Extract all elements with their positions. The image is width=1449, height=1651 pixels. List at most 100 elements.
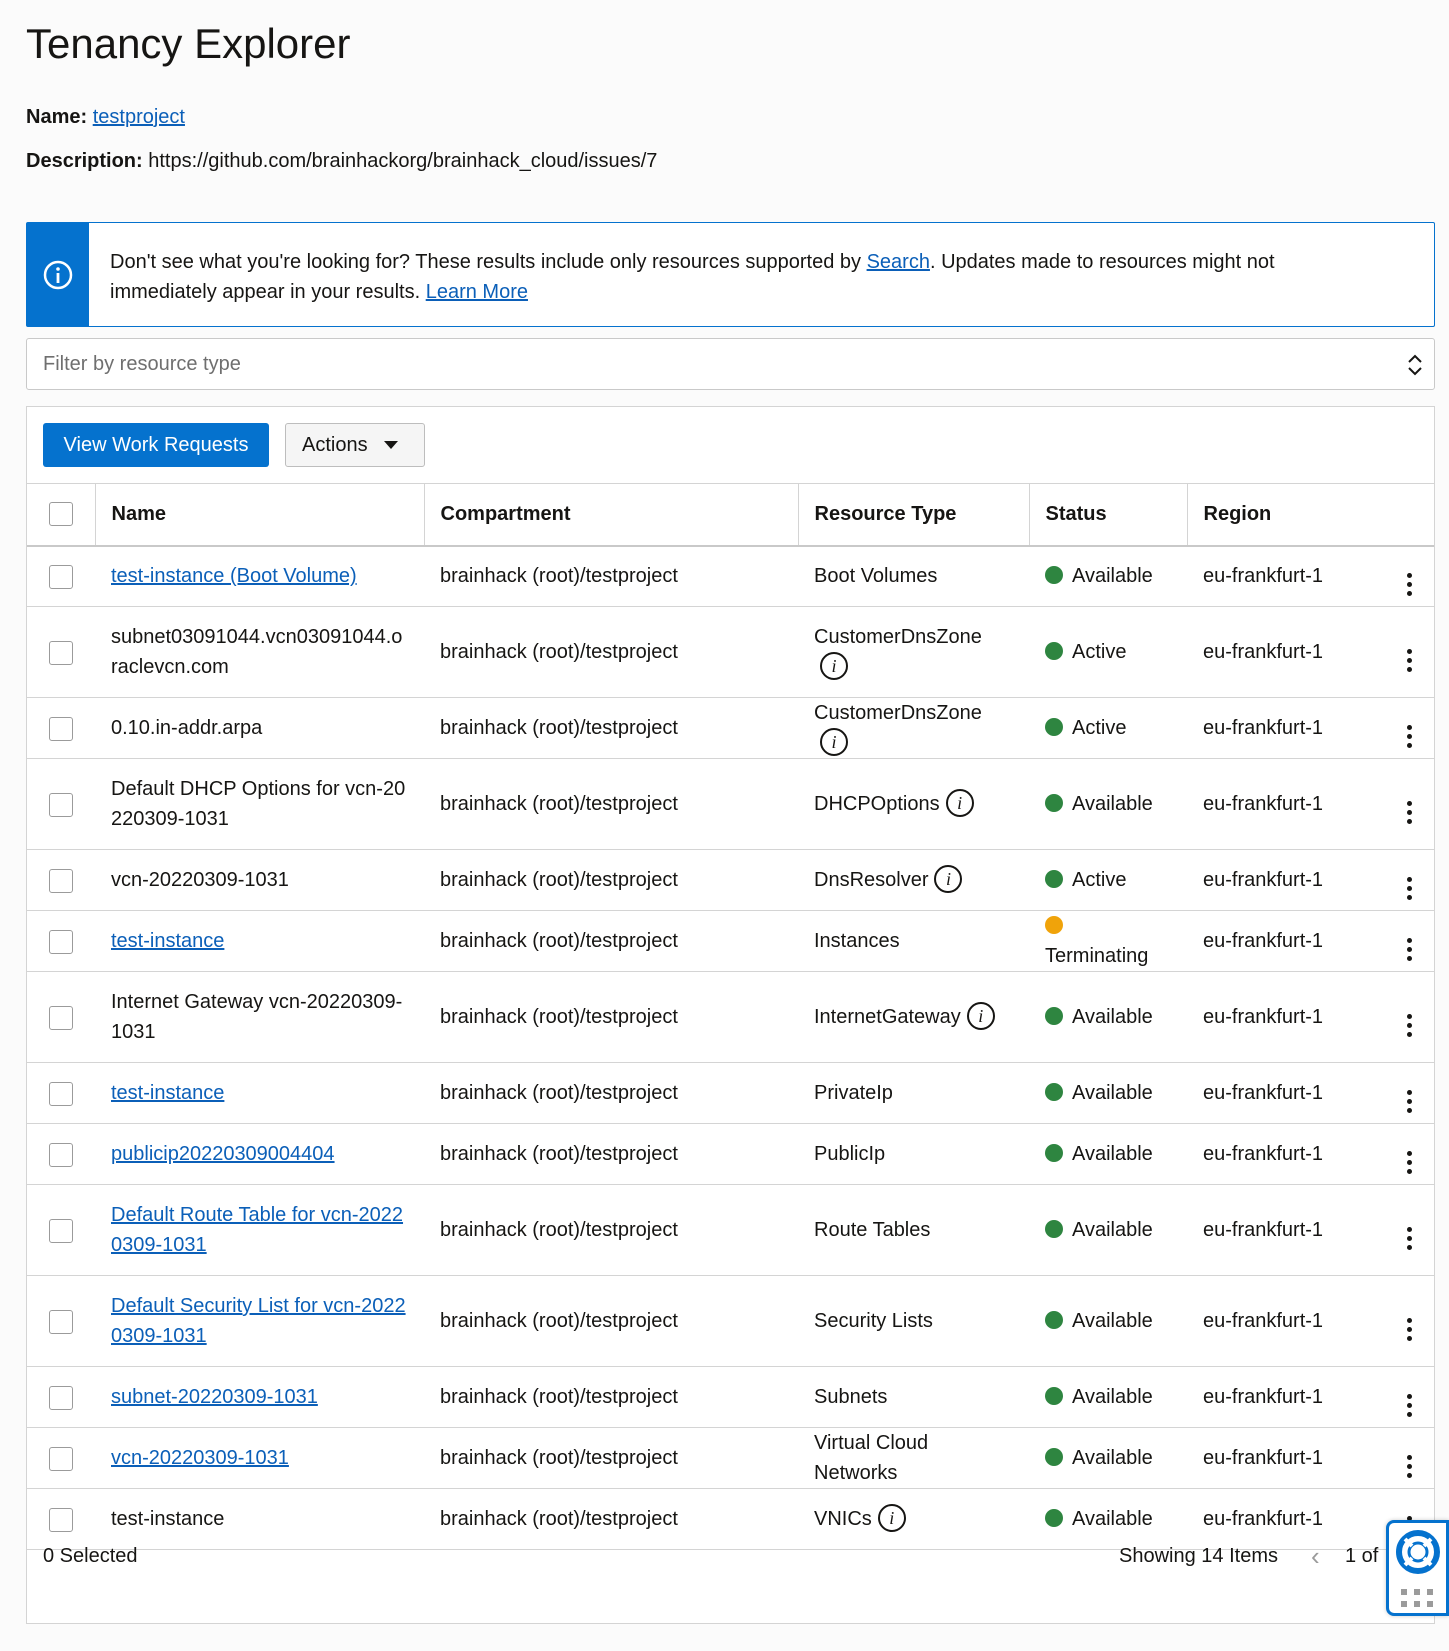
kebab-menu-icon[interactable] bbox=[1407, 1317, 1412, 1341]
name-cell: 0.10.in-addr.arpa bbox=[95, 697, 424, 759]
info-icon[interactable]: i bbox=[966, 1001, 995, 1030]
resource-type-filter[interactable]: Filter by resource type bbox=[26, 338, 1435, 390]
kebab-menu-icon[interactable] bbox=[1407, 937, 1412, 961]
kebab-menu-icon[interactable] bbox=[1407, 572, 1412, 596]
resource-type-cell: DHCPOptions i bbox=[798, 758, 1029, 850]
row-checkbox[interactable] bbox=[49, 1218, 73, 1243]
status-dot-icon bbox=[1045, 565, 1063, 584]
select-all-checkbox[interactable] bbox=[48, 502, 73, 527]
region-cell: eu-frankfurt-1 bbox=[1187, 1366, 1385, 1428]
learn-more-link[interactable]: Learn More bbox=[426, 281, 528, 303]
resource-name-link[interactable]: vcn-20220309-1031 bbox=[111, 1447, 289, 1469]
row-menu-cell bbox=[1385, 849, 1434, 911]
column-header-region[interactable]: Region bbox=[1186, 483, 1385, 547]
kebab-menu-icon[interactable] bbox=[1407, 1226, 1412, 1250]
kebab-menu-icon[interactable] bbox=[1407, 648, 1412, 672]
status-cell: Available bbox=[1029, 1123, 1187, 1185]
select-all-cell bbox=[27, 483, 95, 547]
kebab-menu-icon[interactable] bbox=[1407, 1454, 1412, 1478]
name-cell: test-instance bbox=[95, 1488, 424, 1550]
resource-name-link[interactable]: publicip20220309004404 bbox=[111, 1143, 335, 1165]
row-checkbox[interactable] bbox=[49, 1005, 73, 1030]
resource-name-link[interactable]: subnet-20220309-1031 bbox=[111, 1386, 318, 1408]
info-icon[interactable]: i bbox=[877, 1503, 906, 1532]
region-cell: eu-frankfurt-1 bbox=[1187, 758, 1385, 850]
row-select-cell bbox=[27, 1275, 95, 1367]
info-icon[interactable]: i bbox=[820, 651, 848, 680]
table-row: Default Route Table for vcn-20220309-103… bbox=[27, 1184, 1434, 1276]
kebab-menu-icon[interactable] bbox=[1407, 1013, 1412, 1037]
compartment-cell: brainhack (root)/testproject bbox=[424, 1366, 798, 1428]
row-checkbox[interactable] bbox=[49, 716, 73, 741]
previous-page-icon[interactable]: ‹ bbox=[1311, 1543, 1320, 1569]
resource-name: test-instance bbox=[111, 1508, 225, 1530]
resource-name-link[interactable]: Default Route Table for vcn-20220309-103… bbox=[111, 1204, 403, 1256]
status-dot-icon bbox=[1045, 1082, 1063, 1101]
row-checkbox[interactable] bbox=[49, 640, 73, 665]
resource-name-link[interactable]: test-instance bbox=[111, 930, 224, 952]
resource-type-label: CustomerDnsZone bbox=[814, 626, 982, 648]
kebab-menu-icon[interactable] bbox=[1407, 876, 1412, 900]
compartment-cell: brainhack (root)/testproject bbox=[424, 545, 798, 607]
resource-name: 0.10.in-addr.arpa bbox=[111, 717, 263, 739]
row-select-cell bbox=[27, 606, 95, 698]
table-row: Default Security List for vcn-20220309-1… bbox=[27, 1275, 1434, 1367]
info-icon[interactable]: i bbox=[820, 727, 848, 756]
name-cell: Internet Gateway vcn-20220309-1031 bbox=[95, 971, 424, 1063]
resource-type-cell: Virtual Cloud Networks bbox=[798, 1427, 1029, 1489]
search-link[interactable]: Search bbox=[867, 251, 930, 273]
info-icon[interactable]: i bbox=[945, 788, 974, 817]
status-dot-icon bbox=[1045, 1219, 1063, 1238]
region-cell: eu-frankfurt-1 bbox=[1187, 1062, 1385, 1124]
resource-name-link[interactable]: test-instance (Boot Volume) bbox=[111, 565, 357, 587]
project-name-link[interactable]: testproject bbox=[93, 106, 185, 128]
name-cell: Default DHCP Options for vcn-20220309-10… bbox=[95, 758, 424, 850]
row-select-cell bbox=[27, 1123, 95, 1185]
column-header-resource-type[interactable]: Resource Type bbox=[797, 483, 1029, 547]
region-cell: eu-frankfurt-1 bbox=[1187, 1427, 1385, 1489]
resource-type-cell: VNICs i bbox=[798, 1488, 1029, 1550]
row-checkbox[interactable] bbox=[49, 1446, 73, 1471]
row-checkbox[interactable] bbox=[49, 1385, 73, 1410]
kebab-menu-icon[interactable] bbox=[1407, 1393, 1412, 1417]
kebab-menu-icon[interactable] bbox=[1407, 724, 1412, 748]
row-checkbox[interactable] bbox=[49, 1309, 73, 1334]
region-cell: eu-frankfurt-1 bbox=[1187, 849, 1385, 911]
info-banner: Don't see what you're looking for? These… bbox=[26, 222, 1435, 327]
row-checkbox[interactable] bbox=[49, 929, 73, 954]
resource-name-link[interactable]: Default Security List for vcn-20220309-1… bbox=[111, 1295, 406, 1347]
kebab-menu-icon[interactable] bbox=[1407, 800, 1412, 824]
description-label: Description: bbox=[26, 150, 143, 172]
status-label: Available bbox=[1072, 1082, 1153, 1104]
row-select-cell bbox=[27, 545, 95, 607]
resource-type-cell: Security Lists bbox=[798, 1275, 1029, 1367]
row-checkbox[interactable] bbox=[49, 1081, 73, 1106]
row-checkbox[interactable] bbox=[49, 1507, 73, 1532]
kebab-menu-icon[interactable] bbox=[1407, 1089, 1412, 1113]
row-select-cell bbox=[27, 1184, 95, 1276]
resource-name-link[interactable]: test-instance bbox=[111, 1082, 224, 1104]
column-header-compartment[interactable]: Compartment bbox=[423, 483, 798, 547]
compartment-cell: brainhack (root)/testproject bbox=[424, 910, 798, 972]
info-icon[interactable]: i bbox=[934, 864, 963, 893]
region-cell: eu-frankfurt-1 bbox=[1187, 971, 1385, 1063]
row-menu-cell bbox=[1385, 697, 1434, 759]
table-row: test-instance (Boot Volume) brainhack (ro… bbox=[27, 545, 1434, 607]
column-header-name[interactable]: Name bbox=[94, 483, 424, 547]
row-checkbox[interactable] bbox=[49, 792, 73, 817]
status-label: Available bbox=[1072, 1508, 1153, 1530]
region-cell: eu-frankfurt-1 bbox=[1187, 545, 1385, 607]
row-checkbox[interactable] bbox=[49, 868, 73, 893]
table-header-row: Name Compartment Resource Type Status Re… bbox=[27, 483, 1434, 547]
row-checkbox[interactable] bbox=[49, 1142, 73, 1167]
column-header-status[interactable]: Status bbox=[1028, 483, 1187, 547]
actions-button[interactable]: Actions bbox=[285, 423, 425, 467]
kebab-menu-icon[interactable] bbox=[1407, 1150, 1412, 1174]
row-checkbox[interactable] bbox=[49, 564, 73, 589]
help-widget[interactable] bbox=[1386, 1520, 1449, 1616]
row-select-cell bbox=[27, 1488, 95, 1550]
view-work-requests-button[interactable]: View Work Requests bbox=[43, 423, 269, 467]
resource-type-cell: Boot Volumes bbox=[798, 545, 1029, 607]
row-menu-cell bbox=[1385, 758, 1434, 850]
row-menu-cell bbox=[1385, 606, 1434, 698]
